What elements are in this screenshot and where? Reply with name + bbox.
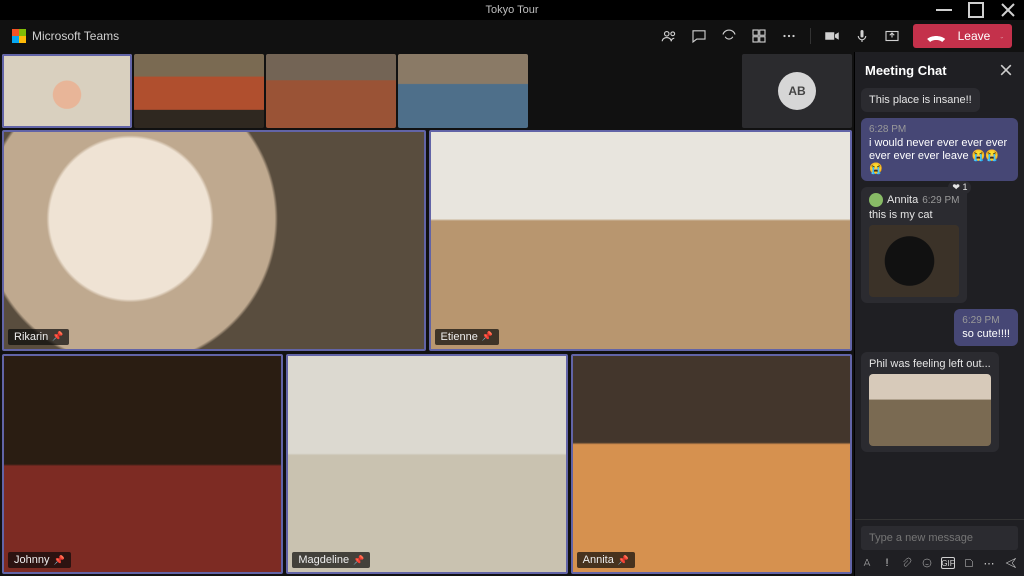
chat-message: This place is insane!! <box>861 88 980 112</box>
share-icon[interactable] <box>883 27 901 45</box>
chat-title: Meeting Chat <box>865 63 947 78</box>
composer-input[interactable] <box>861 526 1018 550</box>
participant-name: Rikarin <box>14 331 48 343</box>
chevron-down-icon <box>1000 29 1004 43</box>
hangup-icon <box>921 24 951 48</box>
thumbnail-row: AB <box>2 54 852 128</box>
composer: ! GIF ⋯ <box>855 519 1024 576</box>
video-tile[interactable]: Magdeline 📌 <box>286 354 567 575</box>
chat-time: 6:29 PM <box>962 315 1010 326</box>
window-titlebar: Tokyo Tour <box>0 0 1024 20</box>
avatar <box>869 193 883 207</box>
more-icon[interactable]: ⋯ <box>983 557 995 569</box>
participant-name: Johnny <box>14 554 49 566</box>
chat-text: i would never ever ever ever ever ever e… <box>869 137 1007 175</box>
chat-image-attachment[interactable] <box>869 225 959 297</box>
chat-text: so cute!!!! <box>962 328 1010 340</box>
leave-button[interactable]: Leave <box>913 24 1012 48</box>
thumbnail-avatar-tile[interactable]: AB <box>742 54 852 128</box>
thumbnail-tile[interactable] <box>134 54 264 128</box>
sticker-icon[interactable] <box>963 557 975 569</box>
chat-message: Annita 6:29 PM this is my cat ❤ 1 <box>861 187 967 303</box>
emoji-icon[interactable] <box>921 557 933 569</box>
format-icon[interactable] <box>861 557 873 569</box>
reaction-icon[interactable] <box>720 27 738 45</box>
video-tile[interactable]: Rikarin 📌 <box>2 130 426 351</box>
mic-icon[interactable] <box>853 27 871 45</box>
priority-icon[interactable]: ! <box>881 557 893 569</box>
participant-name: Etienne <box>441 331 478 343</box>
teams-logo-icon <box>12 29 26 43</box>
chat-panel: Meeting Chat This place is insane!! 6:28… <box>854 52 1024 576</box>
chat-message: 6:28 PM i would never ever ever ever eve… <box>861 118 1018 181</box>
thumbnail-tile[interactable] <box>398 54 528 128</box>
more-icon[interactable] <box>780 27 798 45</box>
chat-text: This place is insane!! <box>869 94 972 106</box>
chat-body: This place is insane!! 6:28 PM i would n… <box>855 84 1024 519</box>
participant-name: Magdeline <box>298 554 349 566</box>
pin-icon: 📌 <box>482 331 493 342</box>
send-icon[interactable] <box>1004 556 1018 570</box>
chat-message: 6:29 PM so cute!!!! <box>954 309 1018 346</box>
thumbnail-tile[interactable] <box>266 54 396 128</box>
chat-icon[interactable] <box>690 27 708 45</box>
pin-icon: 📌 <box>353 555 364 566</box>
separator <box>810 28 811 44</box>
video-tile[interactable]: Annita 📌 <box>571 354 852 575</box>
leave-label: Leave <box>958 29 991 43</box>
attach-icon[interactable] <box>901 557 913 569</box>
participant-name: Annita <box>583 554 614 566</box>
chat-message: Phil was feeling left out... <box>861 352 999 452</box>
pin-icon: 📌 <box>53 555 64 566</box>
video-stage: AB Rikarin📌 Etienne📌 Johnny📌 Magdeline📌 … <box>0 52 854 576</box>
pin-icon: 📌 <box>618 555 629 566</box>
window-close-button[interactable] <box>996 0 1020 20</box>
video-tile[interactable]: Etienne 📌 <box>429 130 853 351</box>
reaction-badge[interactable]: ❤ 1 <box>948 181 971 194</box>
gif-icon[interactable]: GIF <box>941 557 955 569</box>
brand-label: Microsoft Teams <box>32 29 119 43</box>
thumbnail-tile[interactable] <box>2 54 132 128</box>
video-tile[interactable]: Johnny 📌 <box>2 354 283 575</box>
window-maximize-button[interactable] <box>964 0 988 20</box>
chat-text: this is my cat <box>869 209 933 221</box>
window-title: Tokyo Tour <box>486 4 539 16</box>
brand: Microsoft Teams <box>12 29 119 43</box>
people-icon[interactable] <box>660 27 678 45</box>
avatar-initials: AB <box>778 72 816 110</box>
chat-image-attachment[interactable] <box>869 374 991 446</box>
app-menubar: Microsoft Teams Leave <box>0 20 1024 52</box>
chat-text: Phil was feeling left out... <box>869 358 991 370</box>
rooms-icon[interactable] <box>750 27 768 45</box>
camera-icon[interactable] <box>823 27 841 45</box>
chat-author: Annita <box>887 194 918 206</box>
pin-icon: 📌 <box>52 331 63 342</box>
close-icon[interactable] <box>998 62 1014 78</box>
window-minimize-button[interactable] <box>932 0 956 20</box>
chat-time: 6:29 PM <box>922 195 959 206</box>
chat-time: 6:28 PM <box>869 124 1010 135</box>
